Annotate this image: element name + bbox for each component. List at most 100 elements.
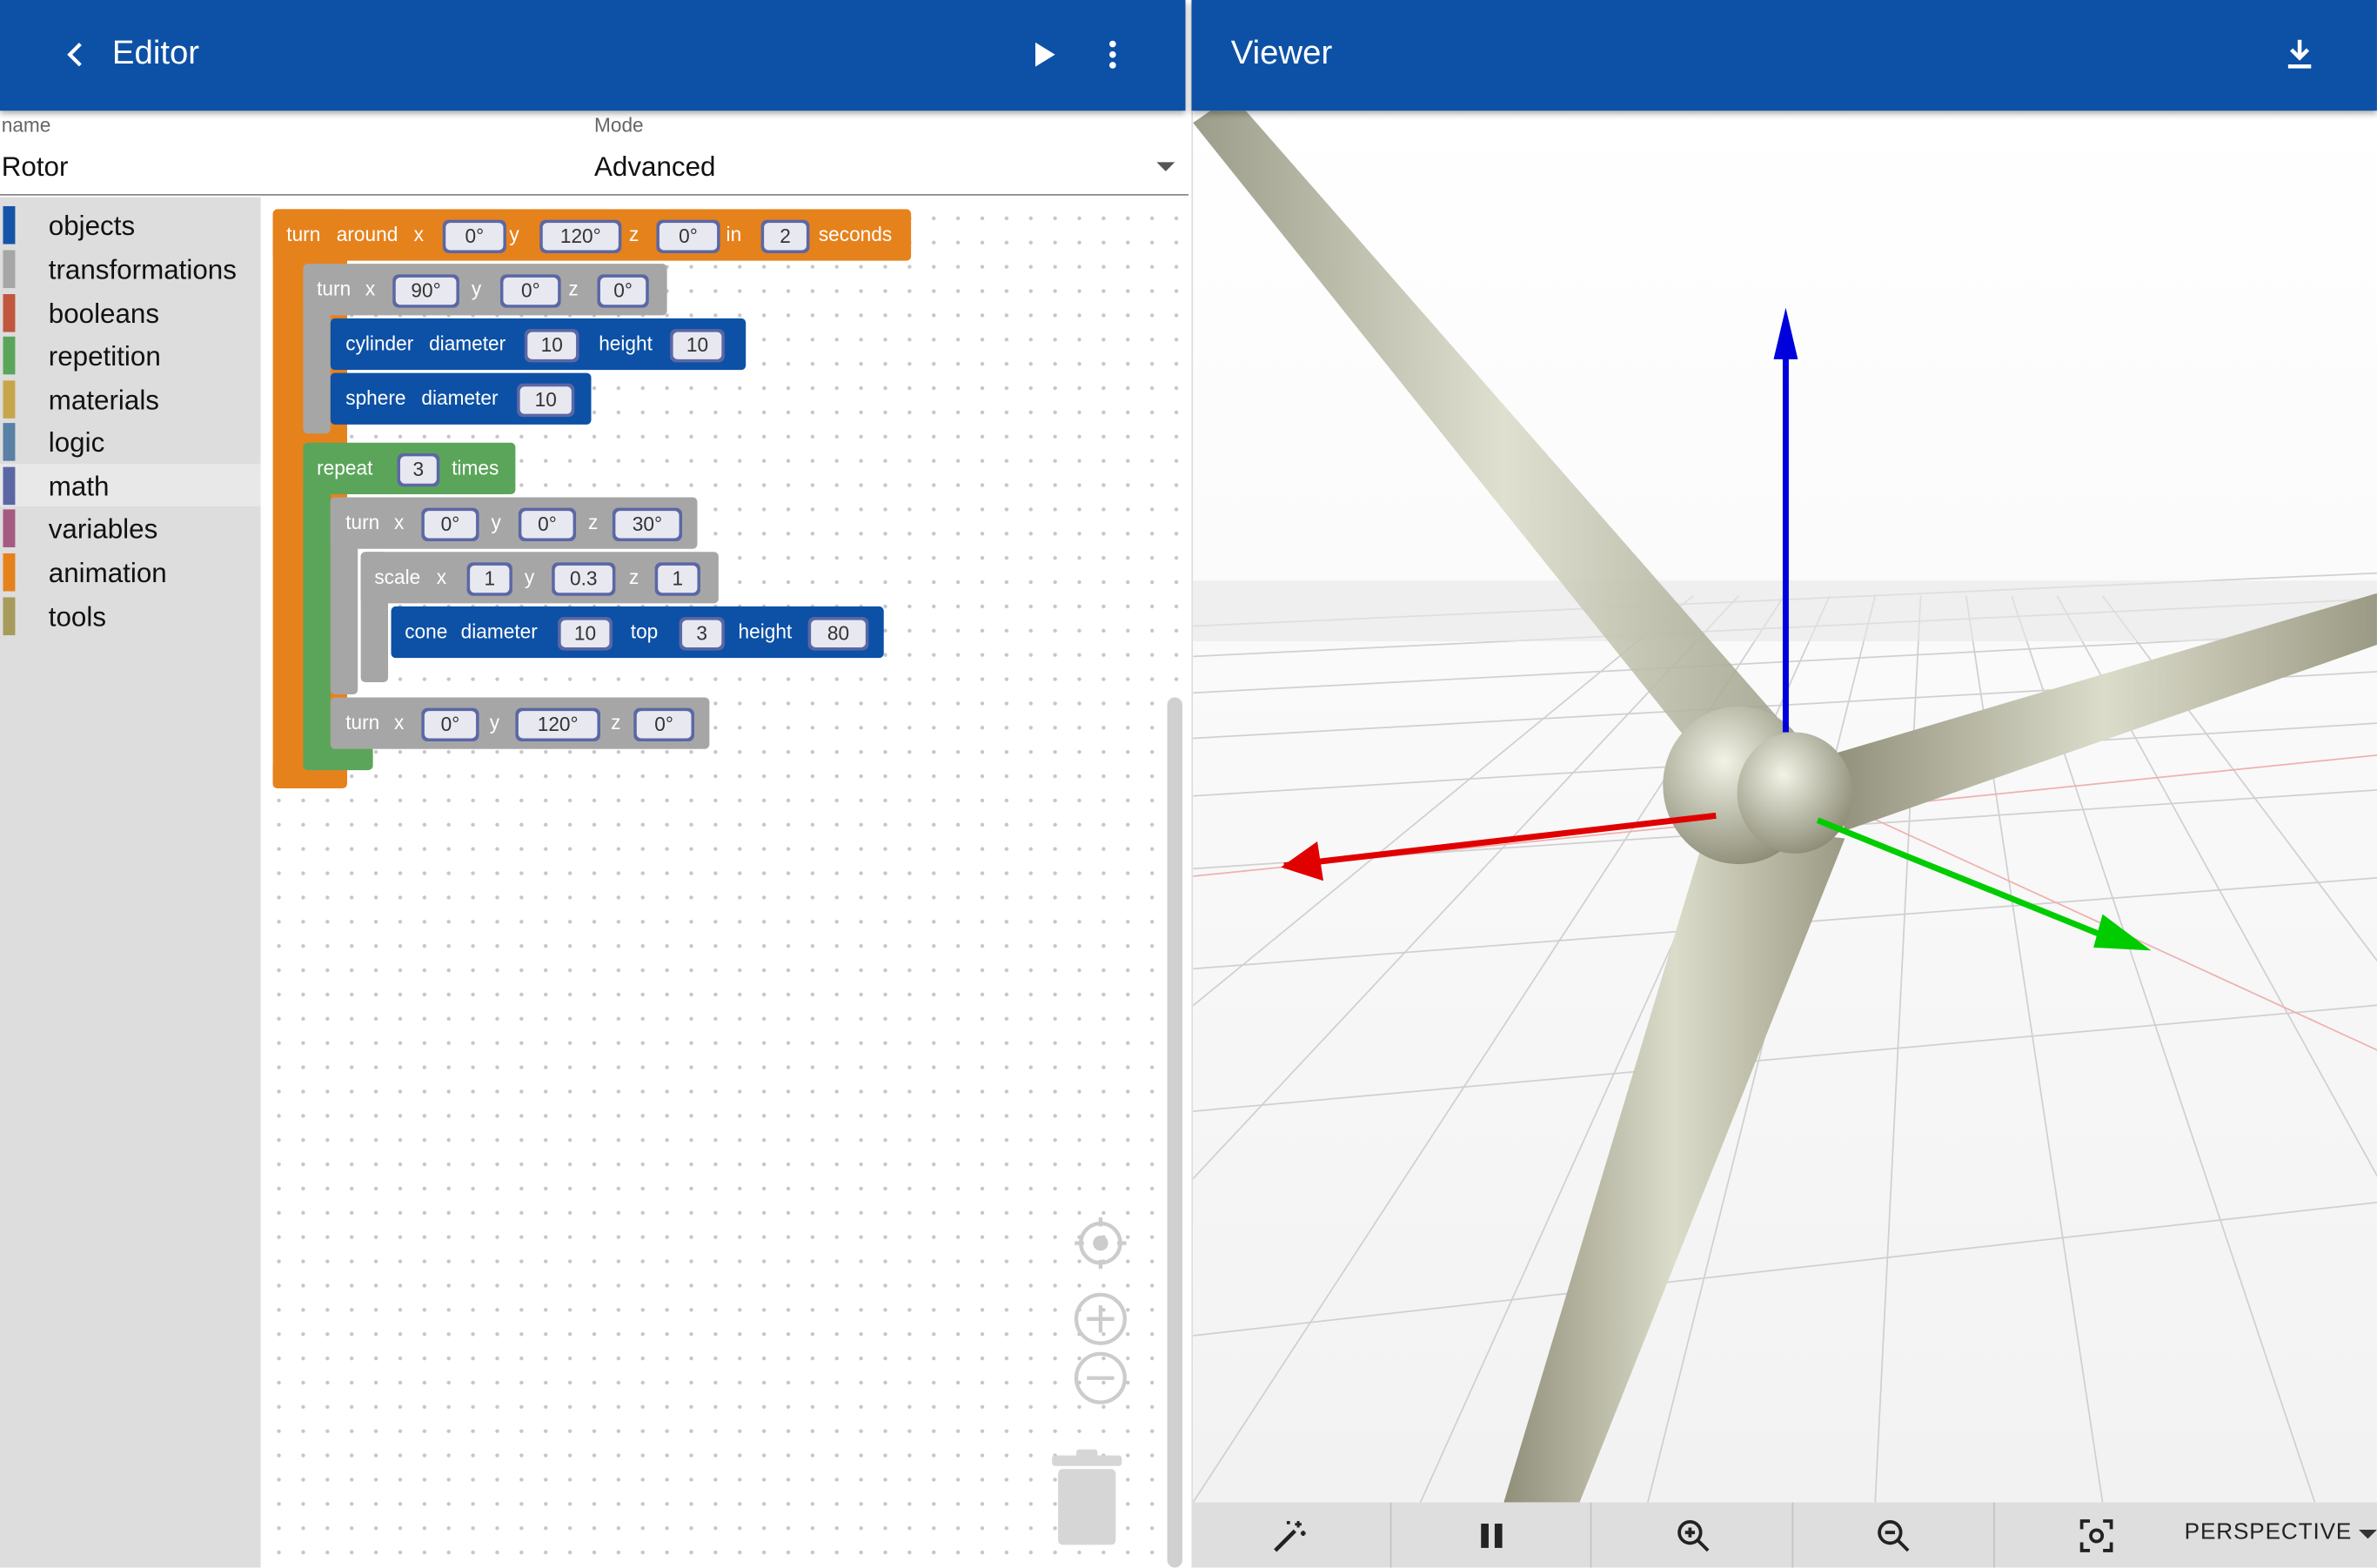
category-swatch bbox=[3, 509, 16, 547]
download-icon[interactable] bbox=[2280, 35, 2319, 74]
toolbox-item-materials[interactable]: materials bbox=[0, 378, 261, 420]
turn-z-input[interactable]: 0° bbox=[597, 274, 649, 308]
viewer-app-bar: Viewer bbox=[1191, 0, 2377, 111]
chevron-left-icon[interactable] bbox=[57, 37, 94, 73]
trash-icon[interactable] bbox=[1049, 1449, 1125, 1550]
turn-block-header[interactable]: turn x 0° y 0° z 30° bbox=[330, 497, 698, 549]
zoom-in-button[interactable] bbox=[1591, 1502, 1794, 1568]
block-text: x bbox=[413, 223, 424, 246]
toolbox-label: materials bbox=[48, 385, 159, 416]
toolbox-label: animation bbox=[48, 558, 167, 589]
recenter-icon[interactable] bbox=[1074, 1216, 1128, 1270]
dropdown-arrow-icon[interactable] bbox=[1155, 159, 1176, 174]
category-swatch bbox=[3, 294, 16, 332]
toolbox-item-tools[interactable]: tools bbox=[0, 594, 261, 637]
block-text: diameter bbox=[421, 386, 499, 410]
turn-around-seconds-input[interactable]: 2 bbox=[760, 219, 810, 253]
category-swatch bbox=[3, 423, 16, 461]
scale-x-input[interactable]: 1 bbox=[466, 562, 512, 596]
mode-select[interactable]: Advanced bbox=[594, 151, 1185, 184]
zoom-in-icon[interactable] bbox=[1074, 1291, 1128, 1346]
input-value: 0° bbox=[636, 711, 692, 739]
block-text: y bbox=[524, 565, 535, 589]
input-value: 90° bbox=[395, 277, 457, 305]
block-text: x bbox=[393, 711, 405, 734]
category-swatch bbox=[3, 466, 16, 506]
repeat-block-header[interactable]: repeat 3 times bbox=[303, 442, 516, 494]
cone-height-input[interactable]: 80 bbox=[807, 617, 869, 651]
cone-top-input[interactable]: 3 bbox=[679, 617, 725, 651]
block-text: y bbox=[471, 277, 482, 300]
editor-fields: name Rotor Mode Advanced bbox=[0, 111, 1188, 196]
turn-y-input[interactable]: 120° bbox=[515, 707, 600, 741]
block-workspace[interactable]: turn around x 0° y 120° z 0° in 2 second… bbox=[260, 197, 1188, 1568]
repeat-count-input[interactable]: 3 bbox=[397, 452, 440, 487]
turn-around-header[interactable]: turn around x 0° y 120° z 0° in 2 second… bbox=[272, 209, 912, 261]
editor-title: Editor bbox=[111, 33, 200, 71]
turn-y-input[interactable]: 0° bbox=[518, 507, 577, 542]
cone-diameter-input[interactable]: 10 bbox=[558, 617, 613, 651]
name-input[interactable]: Rotor bbox=[2, 151, 563, 184]
magic-button[interactable] bbox=[1191, 1502, 1392, 1568]
turn-y-input[interactable]: 0° bbox=[499, 274, 561, 308]
zoom-out-icon[interactable] bbox=[1074, 1350, 1128, 1405]
toolbox-item-math[interactable]: math bbox=[0, 464, 261, 506]
turn-around-y-input[interactable]: 120° bbox=[539, 219, 622, 253]
input-value: 0.3 bbox=[554, 565, 613, 593]
input-value: 3 bbox=[682, 620, 722, 647]
toolbox-item-animation[interactable]: animation bbox=[0, 550, 261, 593]
block-text: diameter bbox=[429, 332, 506, 355]
pause-button[interactable] bbox=[1391, 1502, 1592, 1568]
toolbox-item-booleans[interactable]: booleans bbox=[0, 291, 261, 334]
pause-icon bbox=[1481, 1524, 1503, 1548]
cone-block[interactable]: cone diameter 10 top 3 height 80 bbox=[391, 606, 884, 659]
camera-mode-select[interactable]: PERSPECTIVE bbox=[2185, 1519, 2353, 1545]
turn-block-header[interactable]: turn x 90° y 0° z 0° bbox=[303, 264, 667, 316]
input-value: 30° bbox=[615, 511, 680, 539]
turn-x-input[interactable]: 90° bbox=[392, 274, 459, 308]
block-text: z bbox=[629, 223, 639, 246]
turn-around-z-input[interactable]: 0° bbox=[656, 219, 720, 253]
block-text: times bbox=[452, 456, 499, 479]
toolbox-item-transformations[interactable]: transformations bbox=[0, 247, 261, 290]
input-value: 3 bbox=[399, 456, 437, 484]
3d-viewer-canvas[interactable] bbox=[1191, 111, 2377, 1503]
repeat-block-footer bbox=[303, 746, 373, 771]
workspace-scrollbar[interactable] bbox=[1167, 697, 1182, 1568]
play-icon[interactable] bbox=[1025, 37, 1061, 73]
cylinder-block[interactable]: cylinder diameter 10 height 10 bbox=[330, 318, 747, 371]
scale-y-input[interactable]: 0.3 bbox=[552, 562, 616, 596]
toolbox-label: repetition bbox=[48, 341, 161, 372]
block-text: turn bbox=[286, 223, 321, 246]
toolbox-item-objects[interactable]: objects bbox=[0, 203, 261, 245]
category-swatch bbox=[3, 553, 16, 592]
scale-block-header[interactable]: scale x 1 y 0.3 z 1 bbox=[360, 552, 719, 604]
block-text: height bbox=[738, 620, 793, 643]
sphere-diameter-input[interactable]: 10 bbox=[517, 383, 575, 418]
turn-x-input[interactable]: 0° bbox=[421, 707, 479, 741]
scale-z-input[interactable]: 1 bbox=[654, 562, 700, 596]
input-value: 10 bbox=[519, 386, 572, 414]
turn-z-input[interactable]: 0° bbox=[633, 707, 694, 741]
cylinder-height-input[interactable]: 10 bbox=[670, 329, 725, 363]
block-text: z bbox=[629, 565, 639, 589]
turn-around-x-input[interactable]: 0° bbox=[442, 219, 506, 253]
toolbox-label: booleans bbox=[48, 298, 160, 330]
name-label: name bbox=[1, 113, 51, 137]
sphere-block[interactable]: sphere diameter 10 bbox=[330, 372, 592, 425]
toolbox-label: logic bbox=[48, 427, 105, 459]
block-text: turn bbox=[345, 511, 380, 534]
turn-z-input[interactable]: 30° bbox=[612, 507, 683, 542]
rotor-hub bbox=[1737, 732, 1853, 854]
cylinder-diameter-input[interactable]: 10 bbox=[524, 329, 579, 363]
toolbox-item-repetition[interactable]: repetition bbox=[0, 333, 261, 376]
input-value: 80 bbox=[811, 620, 866, 647]
dropdown-arrow-icon[interactable] bbox=[2359, 1528, 2377, 1540]
fit-view-button[interactable] bbox=[1995, 1503, 2195, 1568]
toolbox-item-logic[interactable]: logic bbox=[0, 420, 261, 463]
zoom-out-button[interactable] bbox=[1793, 1502, 1995, 1568]
turn-x-input[interactable]: 0° bbox=[421, 507, 479, 542]
turn-block[interactable]: turn x 0° y 120° z 0° bbox=[330, 697, 710, 749]
more-vert-icon[interactable] bbox=[1095, 37, 1131, 73]
toolbox-item-variables[interactable]: variables bbox=[0, 506, 261, 549]
